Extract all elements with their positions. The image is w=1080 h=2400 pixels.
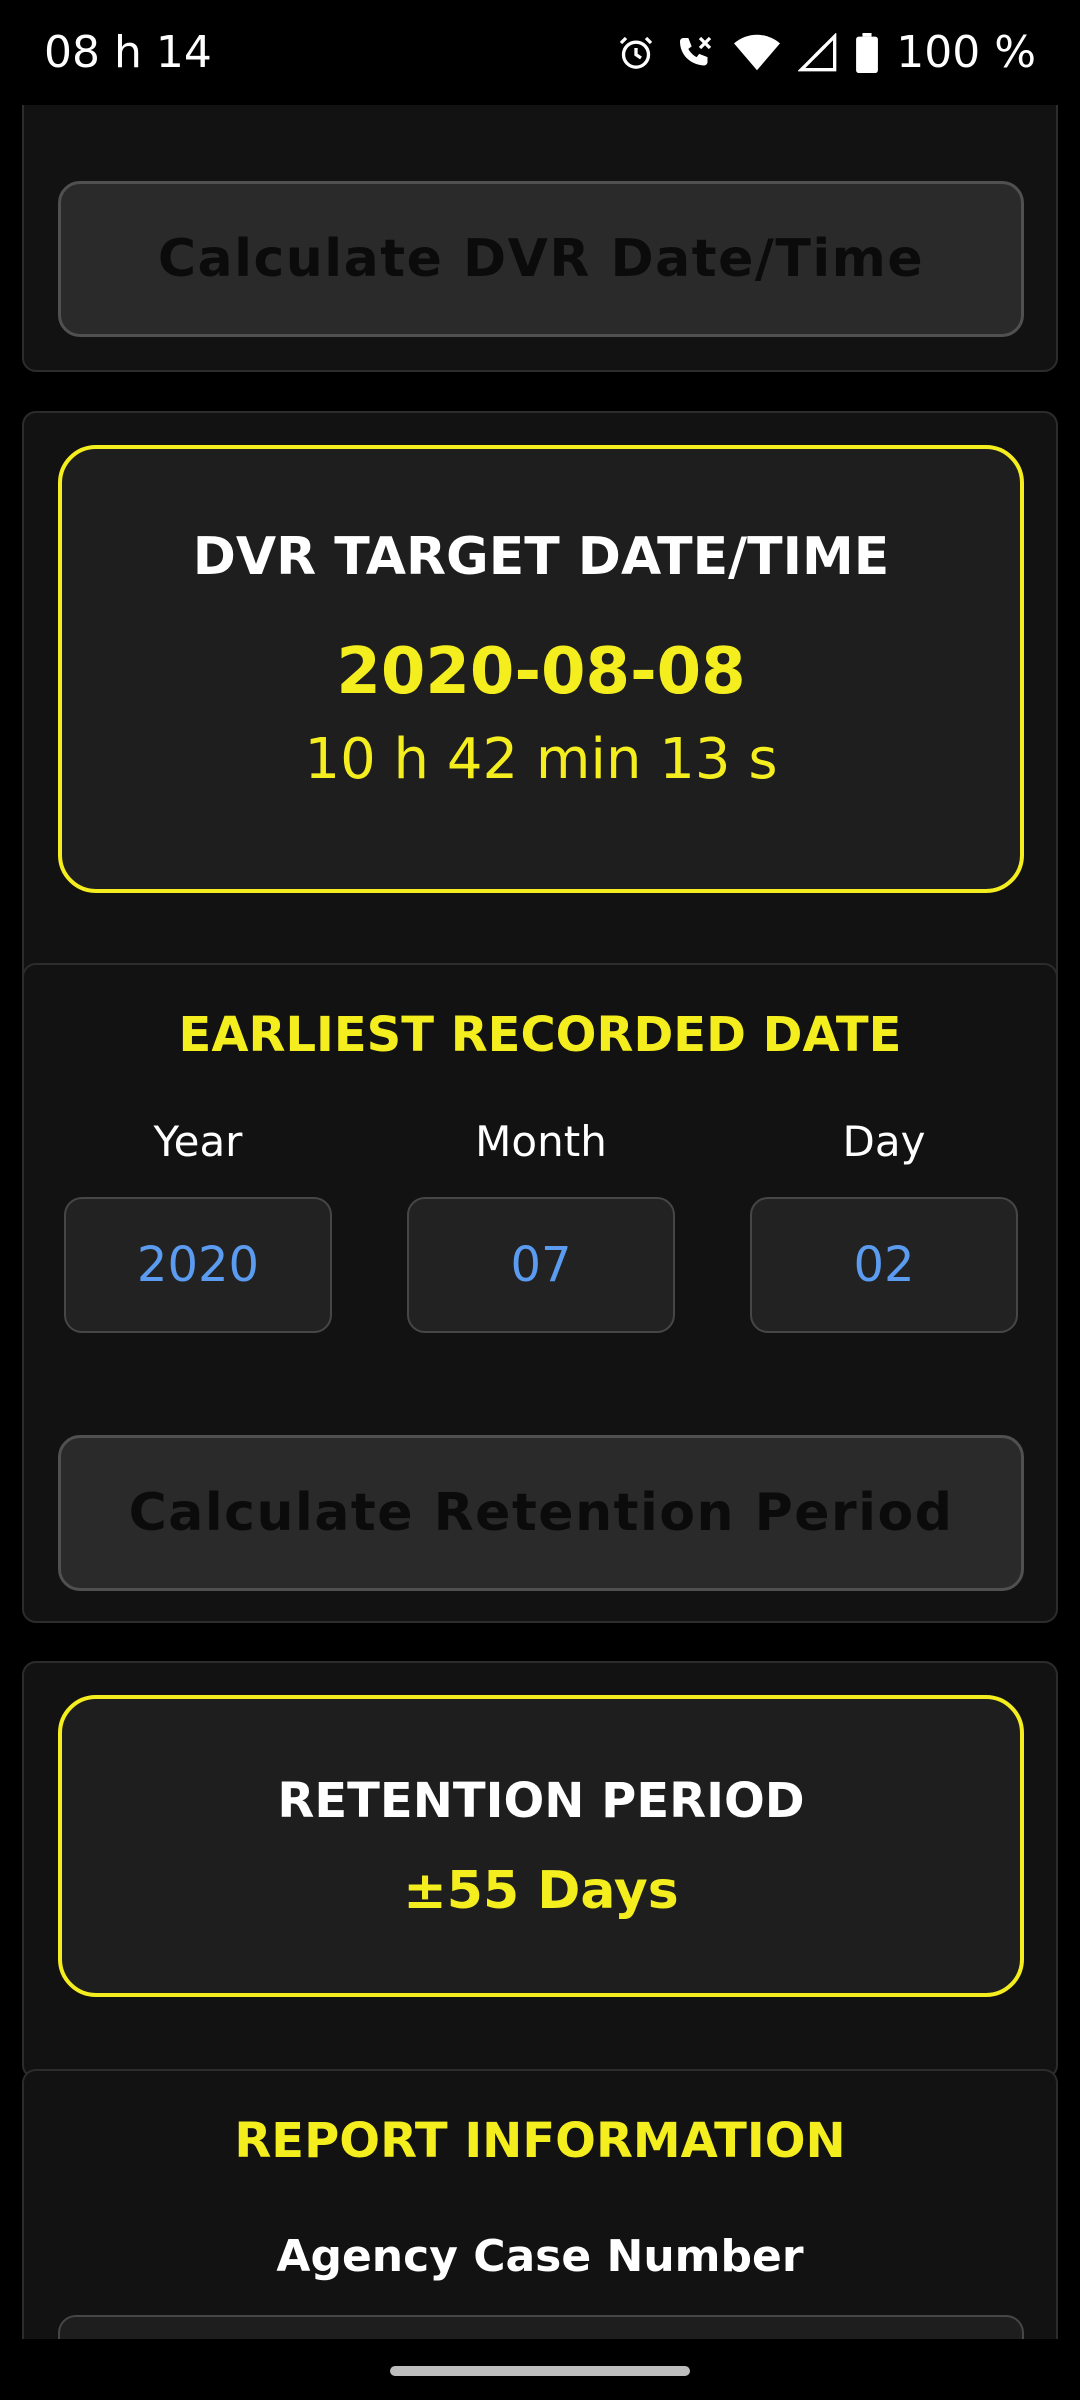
calculate-retention-button-label: Calculate Retention Period [128, 1483, 954, 1543]
agency-case-number-label: Agency Case Number [276, 2231, 804, 2282]
battery-icon [856, 32, 879, 73]
report-title: REPORT INFORMATION [234, 2113, 846, 2169]
scroll-content[interactable]: Calculate DVR Date/Time DVR TARGET DATE/… [0, 105, 1080, 2339]
calculate-retention-button[interactable]: Calculate Retention Period [58, 1435, 1024, 1591]
day-value: 02 [853, 1237, 915, 1293]
year-input[interactable]: 2020 [64, 1197, 332, 1333]
report-card: REPORT INFORMATION Agency Case Number [22, 2069, 1058, 2339]
battery-percent: 100 % [896, 27, 1036, 78]
dvr-target-title: DVR TARGET DATE/TIME [192, 527, 890, 587]
year-label: Year [153, 1117, 243, 1166]
gesture-handle[interactable] [390, 2366, 690, 2376]
wifi-calling-icon [674, 33, 716, 73]
earliest-recorded-card: EARLIEST RECORDED DATE Year Month Day 20… [22, 963, 1058, 1623]
calculate-dvr-button-label: Calculate DVR Date/Time [157, 229, 925, 289]
status-bar: 08 h 14 100 % [0, 0, 1080, 105]
retention-card: RETENTION PERIOD ±55 Days [22, 1661, 1058, 2079]
month-input[interactable]: 07 [407, 1197, 675, 1333]
dvr-target-card: DVR TARGET DATE/TIME 2020-08-08 10 h 42 … [22, 411, 1058, 1031]
retention-panel: RETENTION PERIOD ±55 Days [58, 1695, 1024, 1997]
alarm-icon [616, 33, 656, 73]
agency-case-number-input[interactable] [58, 2315, 1024, 2339]
dvr-target-panel: DVR TARGET DATE/TIME 2020-08-08 10 h 42 … [58, 445, 1024, 893]
retention-title: RETENTION PERIOD [277, 1773, 805, 1829]
status-icons: 100 % [616, 27, 1036, 78]
dvr-target-time: 10 h 42 min 13 s [304, 727, 778, 792]
dvr-target-date: 2020-08-08 [336, 635, 746, 709]
day-input[interactable]: 02 [750, 1197, 1018, 1333]
month-value: 07 [510, 1237, 572, 1293]
earliest-recorded-title: EARLIEST RECORDED DATE [178, 1007, 902, 1063]
signal-icon [798, 32, 838, 73]
year-value: 2020 [136, 1237, 260, 1293]
calc-dvr-card: Calculate DVR Date/Time [22, 105, 1058, 372]
status-time: 08 h 14 [44, 27, 212, 78]
month-label: Month [475, 1117, 607, 1166]
retention-value: ±55 Days [403, 1861, 679, 1921]
wifi-icon [734, 33, 781, 73]
day-label: Day [842, 1117, 926, 1166]
calculate-dvr-button[interactable]: Calculate DVR Date/Time [58, 181, 1024, 337]
